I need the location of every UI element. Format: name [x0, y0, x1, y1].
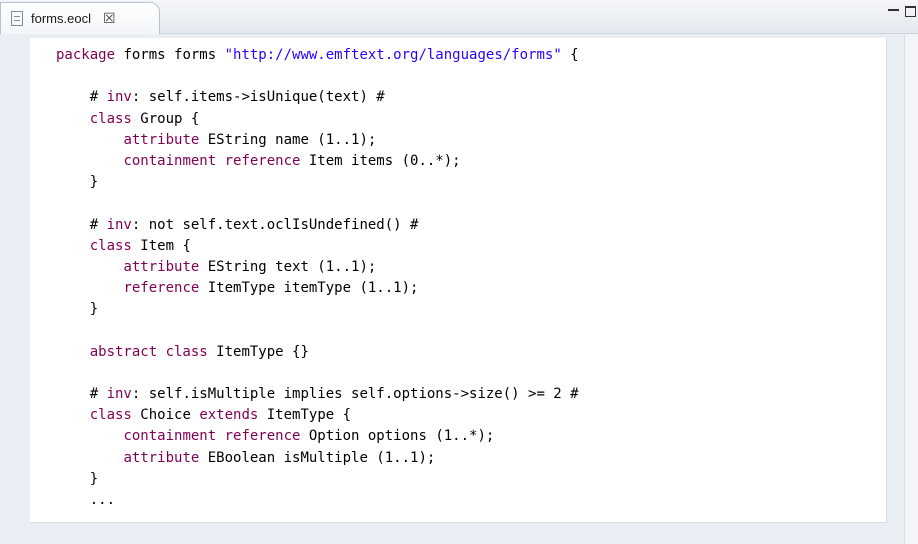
code-keyword: containment reference [123, 152, 301, 169]
tab-strip: forms.eocl ☒ [0, 0, 918, 34]
code-token: # [56, 89, 107, 106]
code-token: Option options (1..*); [300, 428, 495, 445]
code-line: } [56, 299, 579, 320]
code-line: attribute EBoolean isMultiple (1..1); [56, 448, 579, 469]
code-keyword: package [56, 47, 116, 63]
code-token: Group { [131, 110, 200, 127]
code-line: package forms forms "http://www.emftext.… [56, 45, 579, 66]
file-icon [11, 11, 23, 26]
minimize-icon[interactable] [888, 9, 899, 13]
code-string: "http://www.emftext.org/languages/forms" [224, 47, 562, 63]
code-keyword: class [89, 237, 132, 254]
editor-window: forms.eocl ☒ package forms forms "http:/… [0, 0, 918, 544]
code-token: ItemType itemType (1..1); [199, 280, 419, 297]
code-keyword: inv [106, 386, 132, 402]
code-token: EBoolean isMultiple (1..1); [199, 449, 436, 466]
code-token: # [56, 216, 107, 233]
window-controls [888, 6, 916, 17]
code-keyword: abstract class [89, 343, 208, 360]
code-line: containment reference Item items (0..*); [56, 151, 579, 172]
overview-ruler [904, 34, 918, 544]
code-keyword: reference [123, 280, 200, 297]
code-keyword: attribute [123, 131, 200, 148]
code-token: EString text (1..1); [199, 258, 377, 275]
tab-label: forms.eocl [31, 11, 91, 26]
code-token: Choice [131, 407, 200, 424]
tab-forms-eocl[interactable]: forms.eocl ☒ [0, 2, 160, 34]
code-token: : self.items->isUnique(text) # [131, 89, 385, 106]
code-line: } [56, 469, 579, 490]
code-line: class Choice extends ItemType { [56, 405, 579, 426]
code-token: { [561, 47, 579, 63]
code-keyword: containment reference [123, 428, 301, 445]
code-line: } [56, 172, 579, 193]
code-token: : self.isMultiple implies self.options->… [131, 386, 579, 402]
close-icon[interactable]: ☒ [103, 11, 116, 27]
code-line: # inv: self.isMultiple implies self.opti… [56, 384, 579, 405]
left-ruler [30, 38, 58, 522]
code-token: ItemType { [258, 407, 352, 424]
code-token: forms forms [115, 47, 225, 63]
code-line: # inv: self.items->isUnique(text) # [56, 87, 579, 108]
code-token: Item { [131, 237, 191, 254]
code-token: : not self.text.oclIsUndefined() # [131, 216, 419, 233]
editor-area: package forms forms "http://www.emftext.… [0, 34, 918, 544]
code-keyword: attribute [123, 449, 200, 466]
code-keyword: class [89, 110, 132, 127]
maximize-icon[interactable] [905, 6, 916, 17]
code-token: ... [56, 491, 116, 508]
code-line: # inv: not self.text.oclIsUndefined() # [56, 215, 579, 236]
code-line: ... [56, 490, 579, 511]
code-line: attribute EString text (1..1); [56, 257, 579, 278]
code-token: } [56, 470, 99, 487]
code-token: } [56, 301, 99, 318]
code-keyword: attribute [123, 258, 200, 275]
code-token: EString name (1..1); [199, 131, 377, 148]
code-token: ItemType {} [207, 343, 309, 360]
code-line: class Group { [56, 109, 579, 130]
code-keyword: inv [106, 216, 132, 233]
code-keyword: inv [106, 89, 132, 106]
code-token: # [56, 386, 107, 402]
code-line: containment reference Option options (1.… [56, 426, 579, 447]
code-keyword: class [89, 407, 132, 424]
code-keyword: extends [199, 407, 259, 424]
code-text[interactable]: package forms forms "http://www.emftext.… [56, 45, 579, 511]
code-token: Item items (0..*); [300, 152, 461, 169]
code-line: attribute EString name (1..1); [56, 130, 579, 151]
code-line: abstract class ItemType {} [56, 342, 579, 363]
code-line: class Item { [56, 236, 579, 257]
code-line: reference ItemType itemType (1..1); [56, 278, 579, 299]
code-token: } [56, 174, 99, 191]
